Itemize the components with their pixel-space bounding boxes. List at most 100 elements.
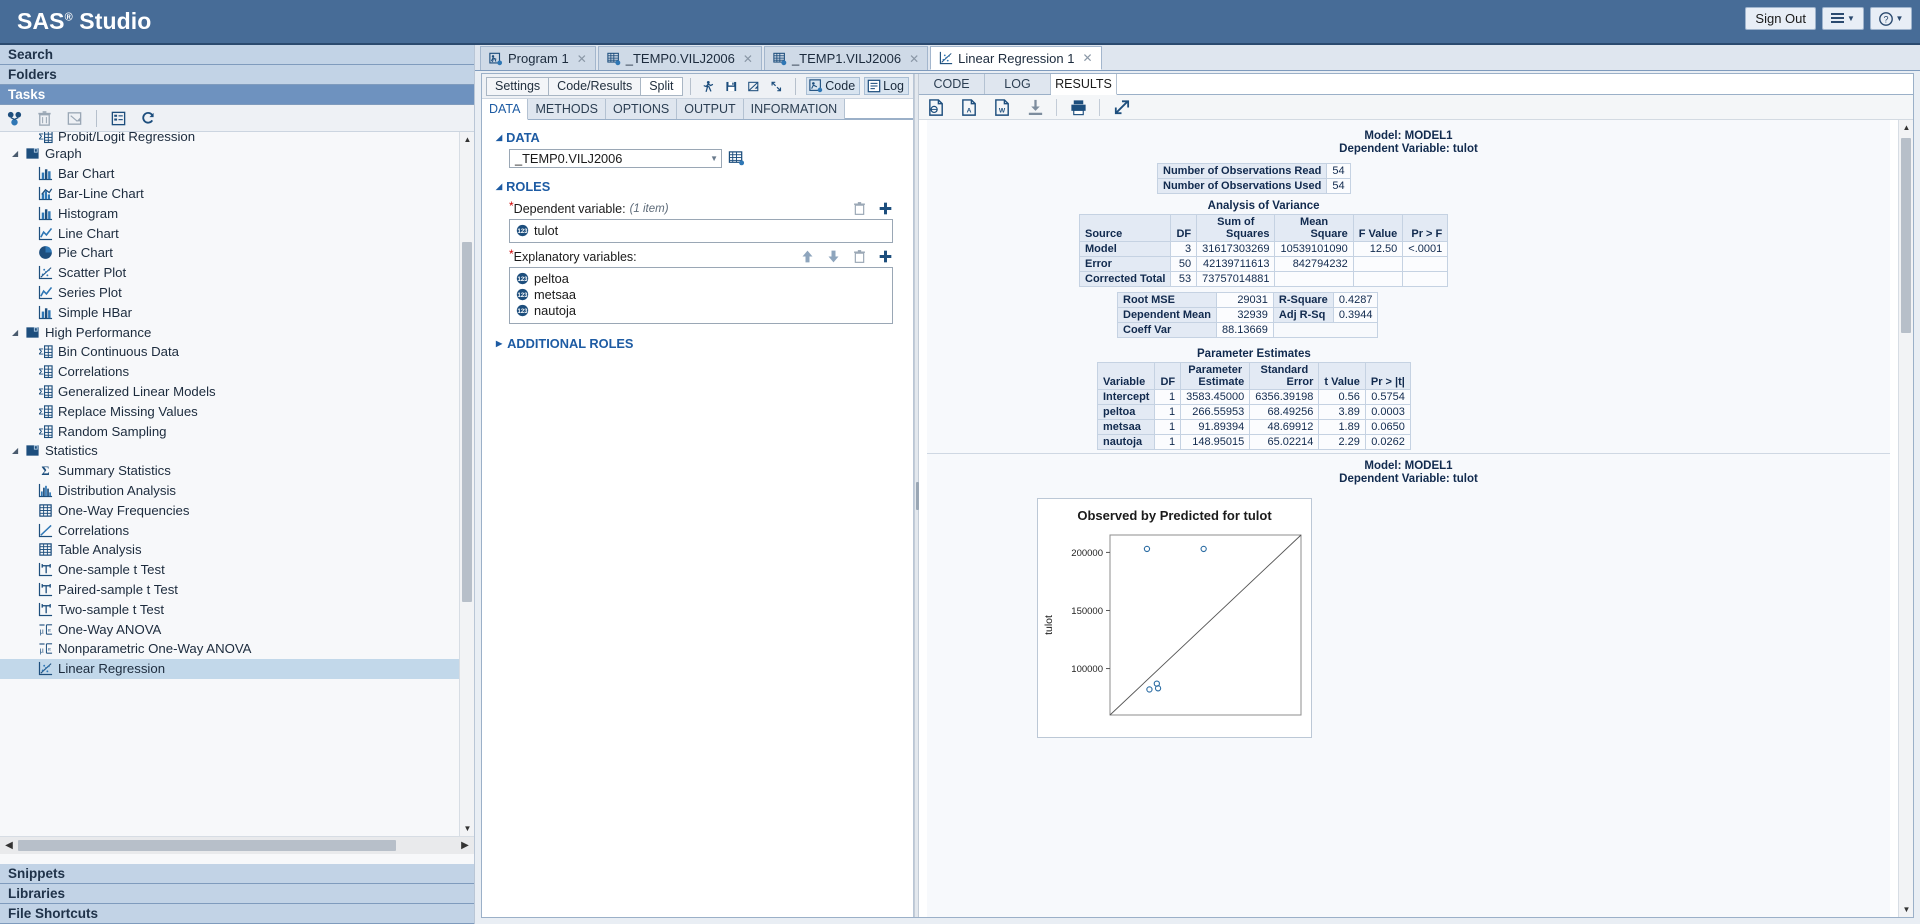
- refresh-icon[interactable]: [140, 110, 157, 127]
- help-menu-button[interactable]: ? ▼: [1870, 7, 1912, 30]
- tree-item-graph[interactable]: ◢ Graph: [0, 144, 459, 164]
- tree-item-bin-continuous-data[interactable]: Σ Bin Continuous Data: [0, 342, 459, 362]
- tree-item-line-chart[interactable]: Line Chart: [0, 223, 459, 243]
- view-settings-button[interactable]: Settings: [486, 76, 550, 96]
- tree-item-bar-line-chart[interactable]: Bar-Line Chart: [0, 184, 459, 204]
- variable-item[interactable]: 123 peltoa: [510, 270, 892, 286]
- export-word-icon[interactable]: W: [993, 98, 1012, 117]
- variable-item[interactable]: 123 tulot: [510, 222, 892, 238]
- tree-item-distribution-analysis[interactable]: Distribution Analysis: [0, 481, 459, 501]
- tree-item-nonparametric-one-way-anova[interactable]: μ α Nonparametric One-Way ANOVA: [0, 639, 459, 659]
- reset-icon[interactable]: [747, 78, 760, 95]
- open-new-window-icon[interactable]: [1112, 98, 1131, 117]
- save-icon[interactable]: [725, 78, 738, 95]
- h-scroll-thumb[interactable]: [18, 840, 396, 851]
- tree-item-probit-logit-regression[interactable]: Σ Probit/Logit Regression: [0, 132, 459, 144]
- form-tab-data[interactable]: DATA: [482, 99, 529, 120]
- additional-roles-header[interactable]: ▶ ADDITIONAL ROLES: [482, 324, 913, 351]
- results-tab-code[interactable]: CODE: [919, 74, 985, 94]
- scroll-left-button[interactable]: ◀: [0, 840, 18, 851]
- roles-section-header[interactable]: ◢ ROLES: [482, 177, 913, 198]
- tree-item-random-sampling[interactable]: Σ Random Sampling: [0, 421, 459, 441]
- delete-dependent-icon[interactable]: [852, 201, 867, 216]
- delete-explanatory-icon[interactable]: [852, 249, 867, 264]
- expand-caret-icon[interactable]: ◢: [12, 149, 23, 158]
- close-icon[interactable]: ✕: [577, 52, 587, 66]
- sidebar-section-folders[interactable]: Folders: [0, 65, 474, 85]
- form-tab-output[interactable]: OUTPUT: [677, 99, 744, 119]
- properties-icon[interactable]: [66, 110, 83, 127]
- scroll-up-button[interactable]: ▲: [460, 132, 474, 147]
- code-button[interactable]: Code: [806, 77, 861, 95]
- tree-item-generalized-linear-models[interactable]: Σ Generalized Linear Models: [0, 382, 459, 402]
- maximize-icon[interactable]: [770, 78, 783, 95]
- tree-item-scatter-plot[interactable]: Scatter Plot: [0, 263, 459, 283]
- form-tab-options[interactable]: OPTIONS: [605, 99, 678, 119]
- data-section-header[interactable]: ◢ DATA: [482, 128, 913, 149]
- scroll-down-button[interactable]: ▼: [460, 821, 474, 836]
- tree-item-histogram[interactable]: Histogram: [0, 203, 459, 223]
- dependent-variable-list[interactable]: 123 tulot: [509, 219, 893, 243]
- scroll-thumb[interactable]: [462, 242, 472, 602]
- view-code-results-button[interactable]: Code/Results: [549, 76, 642, 96]
- new-task-icon[interactable]: [6, 110, 23, 127]
- scroll-right-button[interactable]: ▶: [456, 840, 474, 851]
- tree-item-paired-sample-t-test[interactable]: Paired-sample t Test: [0, 580, 459, 600]
- results-scroll-thumb[interactable]: [1901, 138, 1911, 333]
- tree-item-high-performance[interactable]: ◢ High Performance: [0, 322, 459, 342]
- tree-item-bar-chart[interactable]: Bar Chart: [0, 164, 459, 184]
- print-icon[interactable]: [1069, 98, 1088, 117]
- variable-item[interactable]: 123 nautoja: [510, 302, 892, 318]
- tree-horizontal-scrollbar[interactable]: ◀ ▶: [0, 836, 474, 854]
- results-tab-results[interactable]: RESULTS: [1051, 74, 1117, 95]
- results-tabs[interactable]: CODE LOG RESULTS: [919, 74, 1913, 95]
- add-dependent-icon[interactable]: [878, 201, 893, 216]
- move-down-icon[interactable]: [826, 249, 841, 264]
- move-up-icon[interactable]: [800, 249, 815, 264]
- results-scroll-up-button[interactable]: ▲: [1899, 120, 1913, 135]
- tree-item-summary-statistics[interactable]: Σ Summary Statistics: [0, 461, 459, 481]
- results-tab-log[interactable]: LOG: [985, 74, 1051, 94]
- tree-vertical-scrollbar[interactable]: ▲ ▼: [459, 132, 474, 836]
- tree-item-one-way-frequencies[interactable]: One-Way Frequencies: [0, 500, 459, 520]
- form-tab-information[interactable]: INFORMATION: [743, 99, 846, 119]
- workspace-tab--temp1-vilj2006[interactable]: _TEMP1.VILJ2006 ✕: [763, 46, 929, 70]
- tree-item-linear-regression[interactable]: Linear Regression: [0, 658, 459, 679]
- log-button[interactable]: Log: [864, 77, 910, 95]
- expand-caret-icon[interactable]: ◢: [12, 328, 23, 337]
- tree-item-one-sample-t-test[interactable]: One-sample t Test: [0, 560, 459, 580]
- sidebar-section-file-shortcuts[interactable]: File Shortcuts: [0, 904, 474, 924]
- results-scroll-down-button[interactable]: ▼: [1899, 902, 1913, 917]
- tasks-tree[interactable]: Σ Probit/Logit Regression ◢ Graph Bar Chart B…: [0, 132, 459, 836]
- tree-item-correlations[interactable]: Σ Correlations: [0, 362, 459, 382]
- results-vertical-scrollbar[interactable]: ▲ ▼: [1898, 120, 1913, 917]
- download-icon[interactable]: [1026, 98, 1045, 117]
- sidebar-section-snippets[interactable]: Snippets: [0, 864, 474, 884]
- explanatory-variables-list[interactable]: 123 peltoa 123 metsaa 123 nautoja: [509, 267, 893, 324]
- close-icon[interactable]: ✕: [909, 52, 919, 66]
- view-split-button[interactable]: Split: [641, 76, 683, 96]
- tree-item-simple-hbar[interactable]: Simple HBar: [0, 302, 459, 322]
- options-menu-button[interactable]: ▼: [1822, 7, 1864, 30]
- workspace-tabstrip[interactable]: Program 1 ✕ _TEMP0.VILJ2006 ✕ _TEMP1.VILJ200…: [475, 45, 1920, 71]
- select-table-icon[interactable]: [728, 150, 745, 167]
- run-icon[interactable]: [702, 78, 715, 95]
- workspace-tab--temp0-vilj2006[interactable]: _TEMP0.VILJ2006 ✕: [597, 46, 762, 70]
- delete-icon[interactable]: [36, 110, 53, 127]
- tree-item-replace-missing-values[interactable]: Σ Replace Missing Values: [0, 401, 459, 421]
- tree-item-one-way-anova[interactable]: μ α One-Way ANOVA: [0, 619, 459, 639]
- tree-item-correlations[interactable]: Correlations: [0, 520, 459, 540]
- tree-item-table-analysis[interactable]: Table Analysis: [0, 540, 459, 560]
- list-view-icon[interactable]: [110, 110, 127, 127]
- close-icon[interactable]: ✕: [743, 52, 753, 66]
- task-form-tabs[interactable]: DATA METHODS OPTIONS OUTPUT INFORMATION: [482, 99, 913, 120]
- tree-item-two-sample-t-test[interactable]: Two-sample t Test: [0, 599, 459, 619]
- expand-caret-icon[interactable]: ◢: [12, 446, 23, 455]
- tree-item-pie-chart[interactable]: Pie Chart: [0, 243, 459, 263]
- export-html-icon[interactable]: [927, 98, 946, 117]
- sidebar-section-libraries[interactable]: Libraries: [0, 884, 474, 904]
- tree-item-series-plot[interactable]: Series Plot: [0, 283, 459, 303]
- variable-item[interactable]: 123 metsaa: [510, 286, 892, 302]
- sidebar-section-search[interactable]: Search: [0, 45, 474, 65]
- sidebar-section-tasks[interactable]: Tasks: [0, 85, 474, 105]
